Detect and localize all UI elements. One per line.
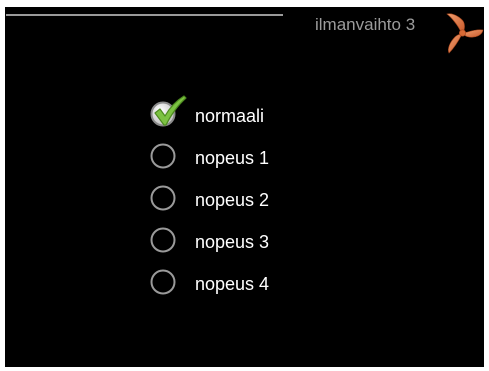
option-label: normaali	[195, 106, 265, 126]
option-label: nopeus 2	[195, 190, 270, 210]
page-title: ilmanvaihto 3	[315, 15, 416, 34]
radio-unselected	[150, 143, 176, 169]
speed-option-list: normaali nopeus 1 nopeus 2 nopeus 3 nope…	[148, 95, 348, 309]
option-nopeus-3[interactable]: nopeus 3	[148, 225, 348, 267]
option-nopeus-1[interactable]: nopeus 1	[148, 141, 348, 183]
option-label: nopeus 1	[195, 148, 270, 168]
option-normaali[interactable]: normaali	[148, 95, 348, 141]
header-divider	[6, 14, 283, 16]
radio-unselected	[150, 269, 176, 295]
fan-icon	[446, 13, 484, 54]
radio-unselected	[150, 227, 176, 253]
option-nopeus-2[interactable]: nopeus 2	[148, 183, 348, 225]
option-label: nopeus 4	[195, 274, 270, 294]
option-label: nopeus 3	[195, 232, 270, 252]
option-nopeus-4[interactable]: nopeus 4	[148, 267, 348, 309]
radio-unselected	[150, 185, 176, 211]
check-icon	[154, 95, 187, 126]
display-screen: ilmanvaihto 3 normaali nopeus 1 nopeus 2…	[5, 7, 484, 367]
